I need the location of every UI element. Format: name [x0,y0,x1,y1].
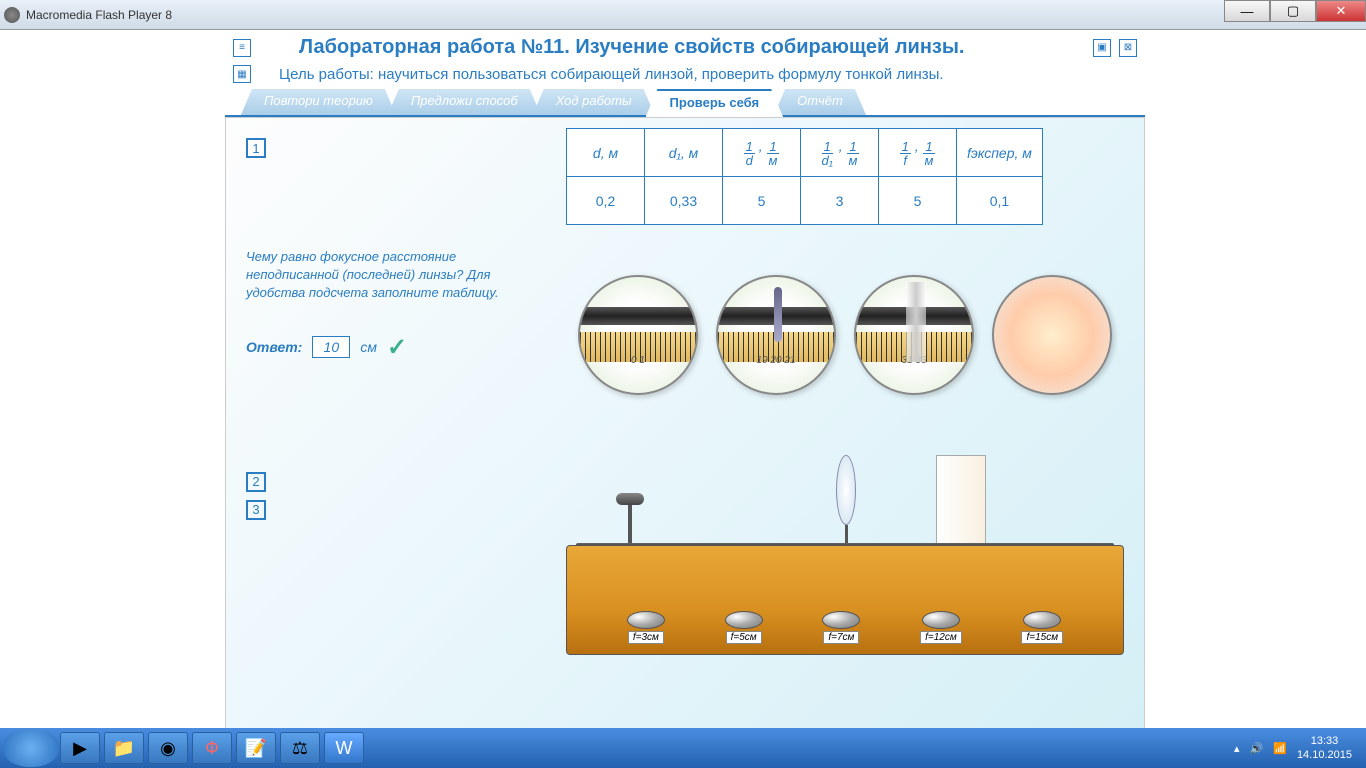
magnifier-3[interactable]: 31 33 [854,275,974,395]
tray-network-icon[interactable]: 📶 [1273,742,1287,755]
lens-7cm[interactable]: f=7см [822,611,860,644]
taskbar-app1[interactable]: Ф [192,732,232,764]
taskbar-explorer[interactable]: 📁 [104,732,144,764]
cell-fexp[interactable]: 0,1 [957,177,1043,225]
magnifiers: 0 1 19 20 21 31 33 [566,275,1124,395]
cell-1d[interactable]: 5 [723,177,801,225]
tray-arrow-icon[interactable]: ▴ [1234,742,1240,755]
lens-5cm[interactable]: f=5см [725,611,763,644]
answer-unit: см [360,339,377,355]
magnifier-1[interactable]: 0 1 [578,275,698,395]
magnifier-2[interactable]: 19 20 21 [716,275,836,395]
cell-1f[interactable]: 5 [879,177,957,225]
th-d1: d₁, м [645,129,723,177]
tab-report[interactable]: Отчёт [773,89,867,117]
cell-1d1[interactable]: 3 [801,177,879,225]
check-icon[interactable]: ✓ [387,333,407,362]
tab-method[interactable]: Предложи способ [387,89,542,117]
app-icon [4,7,20,23]
magnifier-4[interactable] [992,275,1112,395]
screen[interactable] [936,455,986,555]
start-button[interactable] [4,729,58,767]
question-number: 1 [246,138,266,158]
cell-d1[interactable]: 0,33 [645,177,723,225]
th-1d1: 1d₁ , 1м [801,129,879,177]
tray-clock[interactable]: 13:33 14.10.2015 [1297,734,1352,763]
question-link-3[interactable]: 3 [246,500,266,520]
app-header: ≡ Лабораторная работа №11. Изучение свой… [225,30,1145,65]
tray-volume-icon[interactable]: 🔊 [1250,742,1264,755]
tab-theory[interactable]: Повтори теорию [240,89,397,117]
tab-test[interactable]: Проверь себя [646,89,784,117]
answer-label: Ответ: [246,339,302,355]
titlebar: Macromedia Flash Player 8 — ▢ ✕ [0,0,1366,30]
taskbar-word[interactable]: W [324,732,364,764]
calc-icon[interactable]: ▦ [233,65,251,83]
tab-procedure[interactable]: Ход работы [532,89,656,117]
th-fexp: fэкспер, м [957,129,1043,177]
minimize-button[interactable]: — [1224,0,1270,22]
taskbar: ▶ 📁 ◉ Ф 📝 ⚖ W ▴ 🔊 📶 13:33 14.10.2015 [0,728,1366,768]
fullscreen-icon[interactable]: ▣ [1093,39,1111,57]
question-link-2[interactable]: 2 [246,472,266,492]
maximize-button[interactable]: ▢ [1270,0,1316,22]
close-button[interactable]: ✕ [1316,0,1366,22]
cell-d[interactable]: 0,2 [567,177,645,225]
tabs: Повтори теорию Предложи способ Ход работ… [225,89,1145,117]
data-table: d, м d₁, м 1d , 1м 1d₁ , 1м 1f , 1м fэкс… [566,128,1043,225]
th-1d: 1d , 1м [723,129,801,177]
lens-12cm[interactable]: f=12см [920,611,962,644]
th-d: d, м [567,129,645,177]
lab-subtitle: Цель работы: научиться пользоваться соби… [259,66,944,83]
answer-input[interactable] [312,336,350,358]
taskbar-app2[interactable]: ⚖ [280,732,320,764]
taskbar-chrome[interactable]: ◉ [148,732,188,764]
lens-holder[interactable] [836,455,856,555]
th-1f: 1f , 1м [879,129,957,177]
lens-15cm[interactable]: f=15см [1021,611,1063,644]
question-text: Чему равно фокусное расстояние неподписа… [246,248,546,303]
lab-title: Лабораторная работа №11. Изучение свойст… [299,36,964,59]
optical-bench[interactable]: f=3см f=5см f=7см f=12см f=15см [566,425,1124,655]
menu-icon[interactable]: ≡ [233,39,251,57]
taskbar-mediaplayer[interactable]: ▶ [60,732,100,764]
lens-3cm[interactable]: f=3см [627,611,665,644]
taskbar-notepad[interactable]: 📝 [236,732,276,764]
exit-icon[interactable]: ⊠ [1119,39,1137,57]
window-title: Macromedia Flash Player 8 [26,8,172,22]
